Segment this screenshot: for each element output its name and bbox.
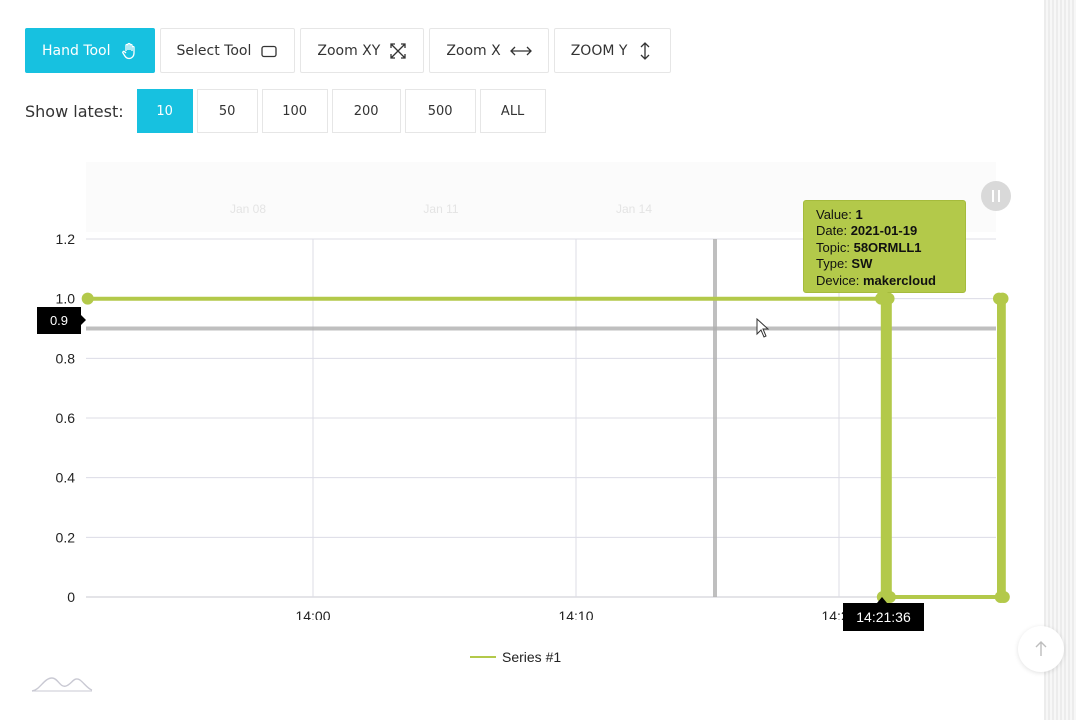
series-1[interactable] <box>81 292 1010 603</box>
navigator-tick-label: Jan 08 <box>230 202 266 216</box>
legend-swatch-series-1 <box>470 656 496 658</box>
zoom-x-label: Zoom X <box>446 42 501 59</box>
y-crosshair-pointer <box>81 315 86 325</box>
tooltip-device-label: Device: <box>816 272 860 288</box>
series-1-point <box>997 591 1010 603</box>
y-tick-label: 0.6 <box>56 410 76 426</box>
x-tick-label: 14:10 <box>558 608 593 620</box>
hand-icon <box>121 42 135 59</box>
rectangle-select-icon <box>261 45 278 57</box>
latest-50-button[interactable]: 50 <box>196 89 258 133</box>
zoom-xy-button[interactable]: Zoom XY <box>300 28 425 73</box>
expand-diagonal-icon <box>390 42 406 59</box>
series-1-point <box>996 292 1009 305</box>
x-axis-ticks: 14:00 14:10 14:20 <box>295 608 856 620</box>
y-tick-label: 1.0 <box>56 291 76 307</box>
mouse-pointer-icon <box>756 318 770 338</box>
navigator-tick-label: Jan 14 <box>616 202 652 216</box>
data-tooltip: Value: 1 Date: 2021-01-19 Topic: 58ORMLL… <box>803 200 966 293</box>
zoom-xy-label: Zoom XY <box>317 42 381 59</box>
mini-chart-logo-icon <box>31 677 93 692</box>
latest-500-button[interactable]: 500 <box>404 89 476 133</box>
scroll-to-top-button[interactable] <box>1018 626 1064 672</box>
horizontal-arrows-icon <box>509 46 532 55</box>
x-tick-label: 14:00 <box>295 608 330 620</box>
show-latest-group: Show latest: 10 50 100 200 500 ALL <box>25 89 546 133</box>
y-tick-label: 0.8 <box>56 350 76 366</box>
tooltip-value: 1 <box>855 207 863 222</box>
zoom-x-button[interactable]: Zoom X <box>429 28 549 73</box>
hand-tool-button[interactable]: Hand Tool <box>25 28 155 73</box>
latest-10-button[interactable]: 10 <box>136 89 193 133</box>
x-crosshair-label: 14:21:36 <box>843 603 924 631</box>
page-scrollbar[interactable] <box>1044 0 1076 720</box>
tooltip-value-label: Value: <box>816 207 852 222</box>
tooltip-arrow <box>876 292 888 298</box>
tooltip-date: 2021-01-19 <box>850 223 918 239</box>
show-latest-label: Show latest: <box>25 101 124 121</box>
vertical-arrows-icon <box>640 41 650 60</box>
tooltip-topic: 58ORMLL1 <box>853 239 922 255</box>
y-tick-label: 0.2 <box>56 529 76 545</box>
series-1-line[interactable] <box>87 296 1006 599</box>
hand-tool-label: Hand Tool <box>42 42 111 59</box>
y-tick-label: 0 <box>67 589 75 605</box>
tooltip-device: makercloud <box>862 272 936 288</box>
y-crosshair-label: 0.9 <box>37 307 81 334</box>
latest-all-button[interactable]: ALL <box>479 89 546 133</box>
y-tick-label: 1.2 <box>56 231 76 247</box>
series-1-point <box>81 292 94 305</box>
chart-menu-button[interactable] <box>981 181 1011 211</box>
navigator-tick-label: Jan 11 <box>423 202 458 216</box>
select-tool-button[interactable]: Select Tool <box>159 28 296 73</box>
chart-legend[interactable]: Series #1 <box>470 649 561 665</box>
tooltip-date-label: Date: <box>816 223 848 239</box>
tooltip-topic-label: Topic: <box>816 239 850 255</box>
chart-toolbar: Hand Tool Select Tool Zoom XY Zoom X ZOO… <box>25 28 672 73</box>
arrow-up-icon <box>1035 641 1047 656</box>
latest-100-button[interactable]: 100 <box>261 89 328 133</box>
zoom-y-button[interactable]: ZOOM Y <box>553 28 672 73</box>
y-axis-ticks: 0 0.2 0.4 0.6 0.8 1.0 1.2 <box>56 231 76 605</box>
pause-menu-icon <box>992 190 1000 202</box>
tooltip-type-label: Type: <box>816 256 848 272</box>
latest-200-button[interactable]: 200 <box>331 89 401 133</box>
tooltip-type: SW <box>851 256 873 272</box>
legend-label-series-1[interactable]: Series #1 <box>502 649 561 665</box>
zoom-y-label: ZOOM Y <box>570 42 628 59</box>
y-tick-label: 0.4 <box>56 470 76 486</box>
select-tool-label: Select Tool <box>176 42 252 59</box>
